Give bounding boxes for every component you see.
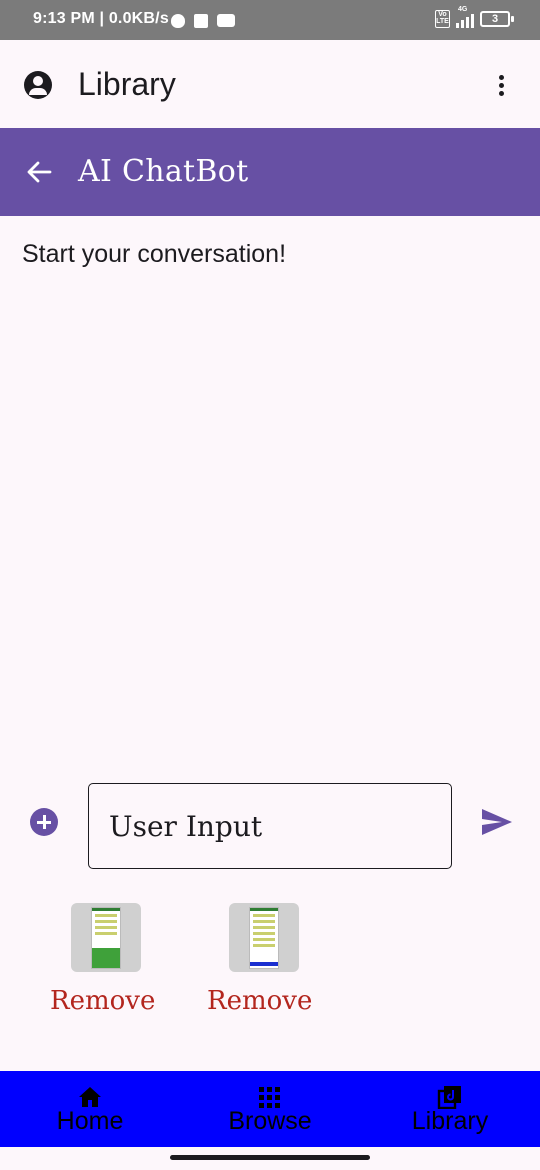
- nav-label: Library: [411, 1107, 489, 1135]
- gesture-handle[interactable]: [170, 1155, 370, 1160]
- battery-icon: 3: [480, 11, 514, 27]
- arrow-back-icon[interactable]: [26, 160, 52, 184]
- nav-label: Browse: [228, 1107, 312, 1135]
- more-vert-icon[interactable]: [490, 73, 514, 99]
- bottom-navigation: Home Browse Library: [0, 1071, 540, 1147]
- status-bar: 9:13 PM | 0.0KB/s Vo LTE 4G 3: [0, 0, 540, 40]
- attachment-thumbnail: [229, 903, 299, 972]
- bag-icon: [194, 14, 208, 28]
- chat-title: AI ChatBot: [78, 154, 249, 189]
- status-system-icons: Vo LTE 4G 3: [435, 6, 514, 28]
- home-icon: [77, 1085, 103, 1109]
- app-bar: Library: [0, 40, 540, 128]
- remove-attachment-button[interactable]: Remove: [207, 986, 312, 1016]
- account-circle-icon[interactable]: [24, 71, 52, 99]
- nav-item-library[interactable]: Library: [360, 1071, 540, 1147]
- nav-item-browse[interactable]: Browse: [180, 1071, 360, 1147]
- network-type: 4G: [458, 6, 468, 13]
- send-icon[interactable]: [480, 807, 514, 837]
- signal-icon: 4G: [456, 6, 474, 28]
- shield-icon: [171, 14, 185, 28]
- empty-conversation-message: Start your conversation!: [22, 240, 287, 268]
- remove-attachment-button[interactable]: Remove: [50, 986, 155, 1016]
- volte-icon: Vo LTE: [435, 10, 450, 28]
- user-input-field[interactable]: [88, 783, 452, 869]
- nav-item-home[interactable]: Home: [0, 1071, 180, 1147]
- status-notification-icons: [171, 14, 235, 28]
- nav-label: Home: [56, 1107, 124, 1135]
- chat-header: AI ChatBot: [0, 128, 540, 216]
- library-icon: [437, 1085, 463, 1110]
- youtube-icon: [217, 14, 235, 27]
- status-time: 9:13 PM | 0.0KB/s: [33, 10, 169, 27]
- attachment-thumbnail: [71, 903, 141, 972]
- add-circle-icon[interactable]: [30, 808, 58, 836]
- grid-icon: [257, 1085, 283, 1109]
- page-title: Library: [78, 66, 176, 102]
